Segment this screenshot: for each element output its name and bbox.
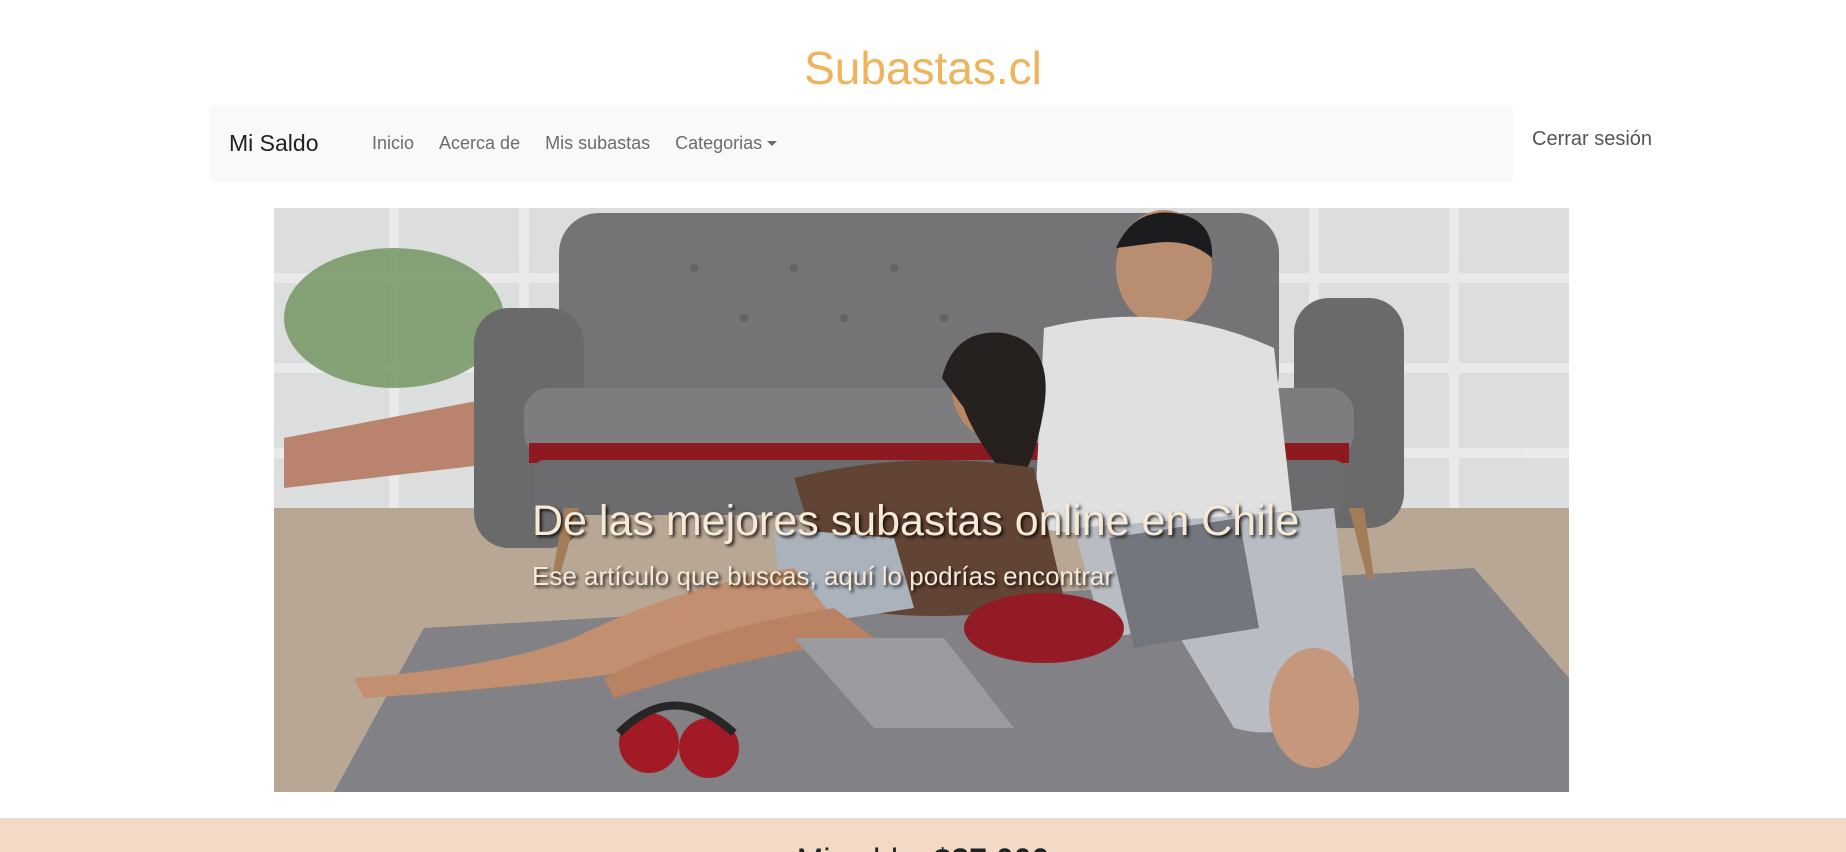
balance-text: Mi saldo: $27.000 (0, 840, 1846, 852)
caret-down-icon (767, 141, 778, 146)
hero-subheading: Ese artículo que buscas, aquí lo podrías… (532, 561, 1114, 591)
balance-label: Mi saldo: (797, 842, 925, 852)
nav-dropdown-categorias[interactable]: Categorias (675, 133, 778, 154)
nav-link-inicio[interactable]: Inicio (372, 133, 414, 154)
balance-amount: $27.000 (934, 842, 1050, 852)
nav-link-mis-subastas[interactable]: Mis subastas (545, 133, 650, 154)
nav-dropdown-label: Categorias (675, 133, 763, 153)
navbar-brand[interactable]: Mi Saldo (229, 105, 318, 182)
hero-heading: De las mejores subastas online en Chile (532, 497, 1300, 545)
balance-section: Mi saldo: $27.000 (0, 818, 1846, 852)
logout-link[interactable]: Cerrar sesión (1532, 126, 1652, 152)
hero-banner: De las mejores subastas online en Chile … (274, 208, 1569, 792)
site-title: Subastas.cl (804, 42, 1042, 94)
nav-links: Inicio Acerca de Mis subastas Categorias (372, 105, 802, 182)
navbar: Mi Saldo Inicio Acerca de Mis subastas C… (209, 105, 1513, 182)
nav-link-acerca-de[interactable]: Acerca de (439, 133, 520, 154)
